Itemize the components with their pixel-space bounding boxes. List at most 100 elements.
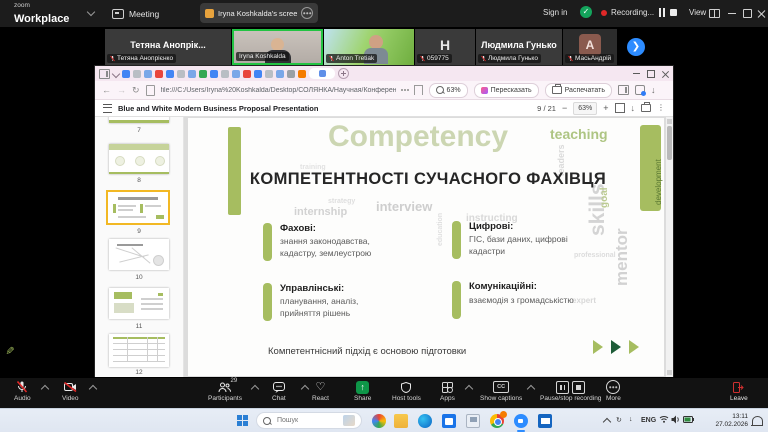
apps-options-chevron-icon[interactable]	[465, 385, 473, 393]
pdf-zoom-out-icon[interactable]: −	[562, 104, 567, 113]
print-button[interactable]: Распечатать	[545, 83, 612, 98]
zoom-app-icon-active[interactable]	[514, 414, 528, 428]
audio-options-chevron-icon[interactable]	[41, 385, 49, 393]
bookmark-icon[interactable]	[414, 85, 423, 95]
maximize-button[interactable]	[743, 9, 752, 18]
chat-button[interactable]: Chat	[272, 381, 286, 402]
stop-recording-icon[interactable]	[670, 9, 677, 16]
participant-tile[interactable]: А МасьАндрій	[563, 29, 617, 65]
browser-minimize-icon[interactable]	[633, 73, 640, 74]
tab-favicon[interactable]	[265, 70, 273, 78]
edge-icon[interactable]	[418, 414, 432, 428]
active-browser-tab[interactable]	[309, 68, 335, 79]
taskbar-clock[interactable]: 13:11 27.02.2026	[700, 413, 748, 429]
battery-icon[interactable]	[683, 416, 694, 425]
file-explorer-icon[interactable]	[394, 414, 408, 428]
leave-button[interactable]: Leave	[730, 381, 748, 402]
next-participants-page-button[interactable]: ❯	[627, 38, 645, 56]
tab-favicon[interactable]	[232, 70, 240, 78]
participant-tile-active-speaker[interactable]: Iryna Koshkalda	[232, 29, 323, 65]
workplace-dropdown-icon[interactable]	[87, 8, 95, 16]
thumbnail-page-9-current[interactable]	[106, 190, 170, 225]
speaker-icon[interactable]	[671, 415, 680, 426]
thumbnail-page-11[interactable]	[109, 288, 169, 319]
stop-recording-icon[interactable]	[572, 381, 585, 394]
url-overflow-icon[interactable]	[404, 89, 406, 91]
more-button[interactable]: More	[606, 381, 621, 402]
audio-button[interactable]: Audio	[14, 381, 31, 402]
pdf-fit-page-icon[interactable]	[615, 103, 625, 113]
tab-favicon[interactable]	[122, 70, 130, 78]
video-button[interactable]: Video	[62, 381, 79, 402]
tab-favicon[interactable]	[276, 70, 284, 78]
forward-icon[interactable]: →	[117, 86, 126, 95]
react-button[interactable]: ♡ React	[312, 381, 329, 402]
pause-stop-recording-button[interactable]: Pause/stop recording	[540, 381, 601, 402]
save-app-icon[interactable]	[466, 414, 480, 428]
participant-tile[interactable]: Людмила Гунько Людмила Гунько	[476, 29, 562, 65]
search-highlight-image[interactable]	[343, 415, 355, 426]
tab-favicon[interactable]	[210, 70, 218, 78]
pdf-more-icon[interactable]: ⋮	[657, 104, 665, 112]
language-indicator[interactable]: ENG	[641, 417, 656, 424]
shared-screen-options-icon[interactable]	[301, 7, 313, 19]
participant-tile[interactable]: Anton Tretiak	[324, 29, 414, 65]
new-tab-button[interactable]	[338, 68, 349, 79]
pdf-zoom-level[interactable]: 63%	[573, 102, 597, 115]
retell-button[interactable]: Пересказать	[474, 83, 539, 98]
browser-close-icon[interactable]	[662, 70, 669, 77]
annotation-pencil-icon[interactable]: ✎	[3, 346, 16, 355]
tab-favicon[interactable]	[144, 70, 152, 78]
downloads-icon[interactable]: ↓	[651, 86, 656, 95]
chrome-icon[interactable]	[490, 414, 504, 428]
pdf-scrollbar[interactable]	[666, 117, 673, 377]
minimize-button[interactable]	[728, 13, 736, 14]
scroll-up-icon[interactable]	[667, 119, 672, 124]
store-icon[interactable]	[442, 414, 456, 428]
tab-favicon[interactable]	[221, 70, 229, 78]
sign-in-link[interactable]: Sign in	[543, 8, 567, 17]
thumbnail-page-12[interactable]	[109, 334, 169, 367]
thumbnail-page-7[interactable]	[109, 117, 169, 123]
page-zoom-pill[interactable]: 63%	[429, 83, 468, 98]
thumbnail-page-8[interactable]	[109, 144, 169, 174]
taskbar-app-browser-icon[interactable]	[372, 414, 386, 428]
pdf-zoom-in-icon[interactable]: +	[603, 104, 608, 113]
pause-recording-icon[interactable]	[556, 381, 569, 394]
show-captions-button[interactable]: CC Show captions	[480, 381, 522, 402]
taskbar-search[interactable]	[256, 412, 362, 429]
tab-favicon[interactable]	[298, 70, 306, 78]
reload-icon[interactable]: ↻	[132, 86, 140, 95]
url-text[interactable]: file:///C:/Users/Iryna%20Koshkalda/Deskt…	[161, 87, 396, 94]
pdf-download-icon[interactable]: ↓	[631, 104, 636, 113]
tray-download-icon[interactable]: ↓	[629, 416, 633, 423]
back-icon[interactable]: ←	[102, 86, 111, 95]
share-button[interactable]: ↑ Share	[354, 381, 371, 402]
tab-favicon[interactable]	[287, 70, 295, 78]
participant-tile[interactable]: H 059775	[415, 29, 475, 65]
sidebar-panels-icon[interactable]	[618, 85, 629, 95]
tray-sync-icon[interactable]: ↻	[616, 416, 622, 424]
tab-meeting[interactable]: Meeting	[106, 5, 165, 22]
tab-favicon[interactable]	[243, 70, 251, 78]
pause-recording-icon[interactable]	[658, 8, 665, 17]
view-menu-label[interactable]: View	[689, 8, 706, 17]
security-shield-icon[interactable]: ✓	[580, 6, 592, 18]
tab-favicon[interactable]	[155, 70, 163, 78]
scroll-down-icon[interactable]	[667, 370, 672, 375]
tab-favicon[interactable]	[177, 70, 185, 78]
pdf-page-indicator[interactable]: 9 / 21	[537, 104, 556, 113]
pdf-menu-icon[interactable]	[103, 104, 112, 113]
captions-options-chevron-icon[interactable]	[527, 385, 535, 393]
view-icon[interactable]	[709, 9, 720, 18]
chat-options-chevron-icon[interactable]	[301, 385, 309, 393]
tab-panel-icon[interactable]	[99, 69, 110, 79]
participants-options-chevron-icon[interactable]	[251, 385, 259, 393]
tab-favicon[interactable]	[133, 70, 141, 78]
video-options-chevron-icon[interactable]	[89, 385, 97, 393]
tab-list-chevron-icon[interactable]	[112, 69, 120, 77]
apps-button[interactable]: Apps	[440, 381, 455, 402]
search-input[interactable]	[275, 416, 337, 425]
notifications-bell-icon[interactable]	[752, 416, 763, 426]
mail-app-icon[interactable]	[538, 414, 552, 428]
